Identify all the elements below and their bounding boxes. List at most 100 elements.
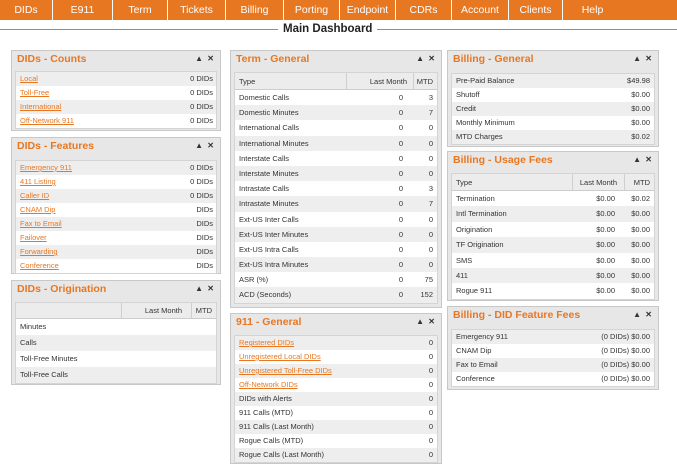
close-icon[interactable]: ✕ bbox=[207, 284, 214, 294]
nav-e911[interactable]: E911 bbox=[53, 0, 113, 20]
collapse-icon[interactable]: ▲ bbox=[195, 284, 203, 294]
item-link[interactable]: Failover bbox=[20, 231, 47, 245]
row-last-month: 0 bbox=[398, 290, 403, 300]
item-link[interactable]: Unregistered Local DIDs bbox=[239, 350, 321, 364]
row-label: SMS bbox=[456, 255, 473, 265]
row-last-month: 0 bbox=[398, 108, 403, 118]
item-value: (0 DIDs) $0.00 bbox=[601, 332, 650, 341]
collapse-icon[interactable]: ▲ bbox=[633, 310, 641, 320]
nav-account[interactable]: Account bbox=[452, 0, 509, 20]
row-label: Ext-US Inter Calls bbox=[239, 214, 299, 224]
item-link[interactable]: Emergency 911 bbox=[20, 161, 72, 175]
row-mtd: $0.00 bbox=[631, 286, 650, 296]
item-link[interactable]: Off-Network DIDs bbox=[239, 378, 298, 392]
nav-cdrs[interactable]: CDRs bbox=[396, 0, 452, 20]
close-icon[interactable]: ✕ bbox=[645, 54, 652, 64]
table-row: ASR (%) 0 75 bbox=[235, 272, 437, 287]
list-item: 911 Calls (Last Month) 0 bbox=[235, 420, 437, 434]
row-label: Minutes bbox=[20, 322, 47, 331]
item-value: 0 bbox=[428, 366, 433, 375]
list-item: Unregistered Toll-Free DIDs 0 bbox=[235, 364, 437, 378]
panel-billing-general: Billing - General ▲ ✕ Pre-Paid Balance $4… bbox=[447, 50, 659, 147]
item-link[interactable]: 411 Listing bbox=[20, 175, 56, 189]
row-mtd: 0 bbox=[428, 229, 433, 239]
item-link[interactable]: Toll-Free bbox=[20, 86, 49, 100]
item-link[interactable]: Off-Network 911 bbox=[20, 114, 74, 128]
nav-porting[interactable]: Porting bbox=[284, 0, 340, 20]
nav-clients[interactable]: Clients bbox=[509, 0, 563, 20]
collapse-icon[interactable]: ▲ bbox=[633, 54, 641, 64]
row-last-month: $0.00 bbox=[596, 270, 615, 280]
collapse-icon[interactable]: ▲ bbox=[195, 54, 203, 64]
row-label: International Minutes bbox=[239, 138, 309, 148]
list-item: Caller ID 0 DIDs bbox=[16, 189, 216, 203]
item-link[interactable]: Unregistered Toll-Free DIDs bbox=[239, 364, 332, 378]
panel-title: DIDs - Features bbox=[17, 140, 95, 152]
table-row: Origination $0.00 $0.00 bbox=[452, 222, 654, 237]
collapse-icon[interactable]: ▲ bbox=[416, 54, 424, 64]
list-item: 411 Listing 0 DIDs bbox=[16, 175, 216, 189]
table-row: ACD (Seconds) 0 152 bbox=[235, 287, 437, 303]
row-label: Ext-US Inter Minutes bbox=[239, 229, 309, 239]
row-label: Rogue 911 bbox=[456, 286, 493, 296]
panel-header: Billing - Usage Fees ▲ ✕ bbox=[448, 152, 658, 169]
row-mtd: $0.00 bbox=[631, 255, 650, 265]
close-icon[interactable]: ✕ bbox=[645, 155, 652, 165]
close-icon[interactable]: ✕ bbox=[428, 54, 435, 64]
item-link[interactable]: Registered DIDs bbox=[239, 336, 294, 350]
row-label: Interstate Minutes bbox=[239, 168, 299, 178]
panel-dids-features: DIDs - Features ▲ ✕ Emergency 911 0 DIDs … bbox=[11, 137, 221, 274]
panel-header: Billing - General ▲ ✕ bbox=[448, 51, 658, 68]
item-link[interactable]: Local bbox=[20, 72, 38, 86]
row-last-month: 0 bbox=[398, 168, 403, 178]
close-icon[interactable]: ✕ bbox=[428, 317, 435, 327]
item-value: DIDs bbox=[196, 219, 213, 228]
nav-billing[interactable]: Billing bbox=[226, 0, 284, 20]
item-label: Fax to Email bbox=[456, 360, 498, 369]
table-row: Toll-Free Minutes bbox=[16, 351, 216, 367]
row-last-month: 0 bbox=[398, 153, 403, 163]
row-mtd: $0.00 bbox=[631, 209, 650, 219]
list-item: Emergency 911 (0 DIDs) $0.00 bbox=[452, 330, 654, 344]
row-last-month: 0 bbox=[398, 138, 403, 148]
list-item: MTD Charges $0.02 bbox=[452, 130, 654, 144]
nav-term[interactable]: Term bbox=[113, 0, 168, 20]
panel-header: DIDs - Origination ▲ ✕ bbox=[12, 281, 220, 298]
row-label: Origination bbox=[456, 224, 493, 234]
item-value: 0 DIDs bbox=[190, 116, 213, 125]
row-label: Intrastate Calls bbox=[239, 184, 290, 194]
item-value: 0 DIDs bbox=[190, 74, 213, 83]
table-row: Domestic Calls 0 3 bbox=[235, 90, 437, 105]
item-link[interactable]: International bbox=[20, 100, 61, 114]
row-label: International Calls bbox=[239, 123, 300, 133]
item-link[interactable]: Fax to Email bbox=[20, 217, 62, 231]
item-value: 0 bbox=[428, 450, 433, 459]
row-label: Toll-Free Minutes bbox=[20, 354, 78, 363]
item-link[interactable]: Forwarding bbox=[20, 245, 58, 259]
panel-dids-origination: DIDs - Origination ▲ ✕ Last Month MTD Mi… bbox=[11, 280, 221, 385]
row-mtd: $0.02 bbox=[631, 194, 650, 203]
panel-911-general: 911 - General ▲ ✕ Registered DIDs 0 Unreg… bbox=[230, 313, 442, 464]
row-label: TF Origination bbox=[456, 240, 504, 250]
item-label: Conference bbox=[456, 374, 495, 383]
item-link[interactable]: Conference bbox=[20, 259, 59, 273]
item-link[interactable]: CNAM Dip bbox=[20, 203, 55, 217]
table-row: Interstate Calls 0 0 bbox=[235, 151, 437, 166]
close-icon[interactable]: ✕ bbox=[207, 141, 214, 151]
item-link[interactable]: Caller ID bbox=[20, 189, 49, 203]
item-value: (0 DIDs) $0.00 bbox=[601, 360, 650, 369]
collapse-icon[interactable]: ▲ bbox=[633, 155, 641, 165]
nav-dids[interactable]: DIDs bbox=[0, 0, 53, 20]
row-last-month: 0 bbox=[398, 260, 403, 270]
item-value: 0 DIDs bbox=[190, 102, 213, 111]
close-icon[interactable]: ✕ bbox=[645, 310, 652, 320]
nav-endpoint[interactable]: Endpoint bbox=[340, 0, 396, 20]
nav-help[interactable]: Help bbox=[563, 0, 622, 20]
item-value: 0 DIDs bbox=[190, 191, 213, 200]
nav-tickets[interactable]: Tickets bbox=[168, 0, 226, 20]
collapse-icon[interactable]: ▲ bbox=[416, 317, 424, 327]
table-row: 411 $0.00 $0.00 bbox=[452, 267, 654, 284]
collapse-icon[interactable]: ▲ bbox=[195, 141, 203, 151]
column-header-mtd: MTD bbox=[416, 77, 433, 86]
close-icon[interactable]: ✕ bbox=[207, 54, 214, 64]
